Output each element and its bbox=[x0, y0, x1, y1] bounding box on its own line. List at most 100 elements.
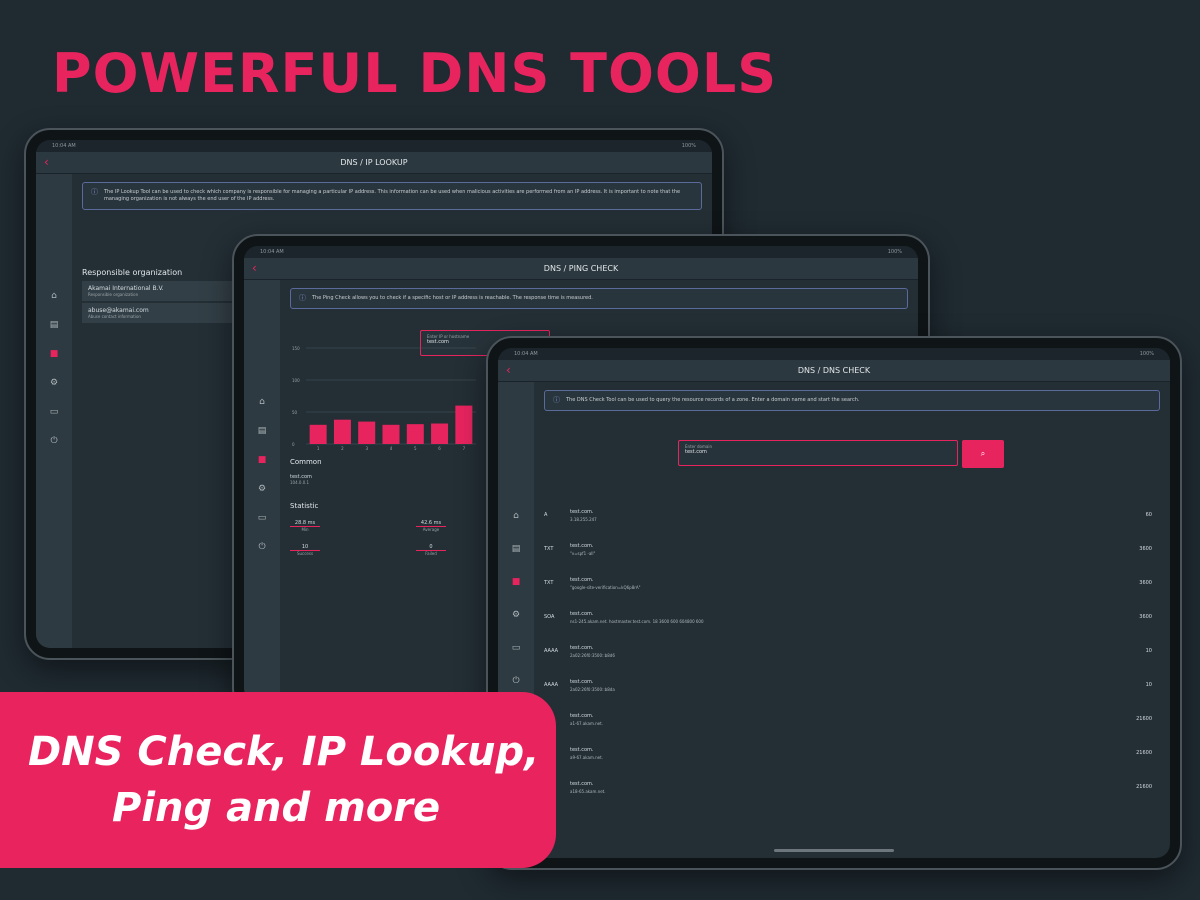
search-icon: ⌕ bbox=[980, 449, 986, 458]
message-icon[interactable]: ▭ bbox=[50, 408, 59, 417]
bar bbox=[333, 419, 351, 444]
domain-input[interactable]: Enter domain test.com bbox=[678, 440, 958, 466]
x-tick-label: 2 bbox=[341, 446, 344, 451]
common-title: Common bbox=[290, 458, 322, 466]
status-time: 10:04 AM bbox=[260, 249, 284, 255]
y-tick-label: 100 bbox=[292, 378, 300, 383]
power-icon[interactable]: ⏻ bbox=[258, 543, 265, 552]
bar bbox=[358, 421, 376, 444]
page-title: DNS / PING CHECK bbox=[543, 264, 619, 273]
gear-icon[interactable]: ⚙ bbox=[258, 485, 266, 494]
back-icon[interactable]: ‹ bbox=[44, 156, 49, 168]
banner-line-1: DNS Check, IP Lookup, bbox=[28, 729, 540, 775]
status-bar: 10:04 AM 100% bbox=[244, 246, 918, 258]
home-icon[interactable]: ⌂ bbox=[51, 292, 57, 301]
record-name: test.com. bbox=[570, 576, 594, 583]
record-ttl: 21600 bbox=[1136, 784, 1152, 790]
record-ttl: 21600 bbox=[1136, 750, 1152, 756]
stat-success: 10 Success bbox=[290, 544, 320, 556]
info-icon: ⓘ bbox=[91, 188, 98, 196]
dns-record-row[interactable]: TXT test.com. "google-site-verification=kQ… bbox=[544, 566, 1152, 600]
dns-record-row[interactable]: NStest.com.a18-65.akam.net.21600 bbox=[544, 770, 1152, 804]
bar bbox=[455, 405, 473, 444]
record-ttl: 3600 bbox=[1139, 580, 1152, 586]
gear-icon[interactable]: ⚙ bbox=[50, 379, 58, 388]
record-name: test.com. bbox=[570, 542, 594, 549]
message-icon[interactable]: ▭ bbox=[258, 514, 267, 523]
sidebar: ⌂ ▤ ■ ⚙ ▭ ⏻ bbox=[36, 174, 72, 648]
info-box: ⓘ The Ping Check allows you to check if … bbox=[290, 288, 908, 309]
record-type: A bbox=[544, 512, 548, 518]
stat-value: 28.8 ms bbox=[294, 520, 316, 526]
back-icon[interactable]: ‹ bbox=[506, 364, 511, 376]
record-ttl: 21600 bbox=[1136, 716, 1152, 722]
book-icon[interactable]: ▤ bbox=[50, 321, 59, 330]
record-value: 2a02:26f0:3500::b8d6 bbox=[570, 652, 615, 658]
record-name: test.com. bbox=[570, 508, 594, 515]
power-icon[interactable]: ⏻ bbox=[50, 437, 57, 446]
dns-record-list: Atest.com. 3.18.255.247 60 TXT test.com. "v=s… bbox=[544, 498, 1152, 804]
record-ttl: 3600 bbox=[1139, 614, 1152, 620]
info-box: ⓘ The IP Lookup Tool can be used to chec… bbox=[82, 182, 702, 210]
bar bbox=[382, 424, 400, 444]
book-icon[interactable]: ▤ bbox=[512, 545, 521, 554]
dns-record-row[interactable]: TXT test.com. "v=spf1 -all" 3600 bbox=[544, 532, 1152, 566]
record-value: ns1-245.akam.net. hostmaster.test.com. 1… bbox=[570, 618, 704, 624]
dns-record-row[interactable]: NStest.com.a9-67.akam.net.21600 bbox=[544, 736, 1152, 770]
x-tick-label: 5 bbox=[414, 446, 417, 451]
record-main: test.com. a1-67.akam.net. bbox=[570, 713, 1112, 726]
dns-record-row[interactable]: NStest.com.a1-67.akam.net.21600 bbox=[544, 702, 1152, 736]
record-value: 3.18.255.247 bbox=[570, 516, 597, 522]
dns-record-row[interactable]: Atest.com. 3.18.255.247 60 bbox=[544, 498, 1152, 532]
book-icon[interactable]: ▤ bbox=[258, 427, 267, 436]
info-icon: ⓘ bbox=[299, 294, 306, 302]
home-icon[interactable]: ⌂ bbox=[513, 512, 519, 521]
record-value: 2a02:26f0:3500::b8da bbox=[570, 686, 615, 692]
bar bbox=[431, 423, 449, 444]
database-icon[interactable]: ■ bbox=[50, 350, 59, 359]
dns-record-row[interactable]: AAAA test.com. 2a02:26f0:3500::b8d6 10 bbox=[544, 634, 1152, 668]
stat-label: Average bbox=[416, 526, 446, 532]
record-type: AAAA bbox=[544, 682, 559, 688]
status-battery: 100% bbox=[1139, 351, 1154, 357]
banner-line-2: Ping and more bbox=[112, 785, 441, 831]
record-name: test.com. bbox=[570, 712, 594, 719]
bar bbox=[406, 424, 424, 444]
record-name: test.com. bbox=[570, 610, 594, 617]
dns-check-screen: 10:04 AM 100% ‹ DNS / DNS CHECK ⌂ ▤ ■ ⚙ … bbox=[498, 348, 1170, 858]
dns-record-row[interactable]: AAAA test.com. 2a02:26f0:3500::b8da 10 bbox=[544, 668, 1152, 702]
database-icon[interactable]: ■ bbox=[512, 578, 521, 587]
record-name: test.com. bbox=[570, 644, 594, 651]
database-icon[interactable]: ■ bbox=[258, 456, 267, 465]
record-type: TXT bbox=[544, 546, 554, 552]
power-icon[interactable]: ⏻ bbox=[512, 677, 519, 686]
page-title: DNS / DNS CHECK bbox=[797, 366, 871, 375]
message-icon[interactable]: ▭ bbox=[512, 644, 521, 653]
record-main: test.com. ns1-245.akam.net. hostmaster.te… bbox=[570, 611, 1112, 624]
record-main: test.com. "google-site-verification=kQ6p8… bbox=[570, 577, 1112, 590]
home-icon[interactable]: ⌂ bbox=[259, 398, 265, 407]
dns-record-row[interactable]: SOA test.com. ns1-245.akam.net. hostmaster… bbox=[544, 600, 1152, 634]
y-tick-label: 0 bbox=[292, 442, 295, 447]
x-tick-label: 1 bbox=[317, 446, 320, 451]
status-bar: 10:04 AM 100% bbox=[36, 140, 712, 152]
gear-icon[interactable]: ⚙ bbox=[512, 611, 520, 620]
back-icon[interactable]: ‹ bbox=[252, 262, 257, 274]
search-button[interactable]: ⌕ bbox=[962, 440, 1004, 468]
tablet-dns-check: 10:04 AM 100% ‹ DNS / DNS CHECK ⌂ ▤ ■ ⚙ … bbox=[486, 336, 1182, 870]
record-name: test.com. bbox=[570, 746, 594, 753]
status-bar: 10:04 AM 100% bbox=[498, 348, 1170, 360]
record-ttl: 10 bbox=[1145, 682, 1152, 688]
home-indicator bbox=[774, 849, 894, 852]
record-name: test.com. bbox=[570, 678, 594, 685]
record-name: test.com. bbox=[570, 780, 594, 787]
record-value: a18-65.akam.net. bbox=[570, 788, 606, 794]
x-tick-label: 6 bbox=[438, 446, 441, 451]
record-main: test.com. "v=spf1 -all" bbox=[570, 543, 1112, 556]
stat-value: 42.6 ms bbox=[420, 520, 442, 526]
nav-bar: ‹ DNS / IP LOOKUP bbox=[36, 152, 712, 174]
x-tick-label: 7 bbox=[463, 446, 466, 451]
stat-label: Failed bbox=[416, 550, 446, 556]
info-box: ⓘ The DNS Check Tool can be used to quer… bbox=[544, 390, 1160, 411]
page-title: DNS / IP LOOKUP bbox=[340, 158, 408, 167]
